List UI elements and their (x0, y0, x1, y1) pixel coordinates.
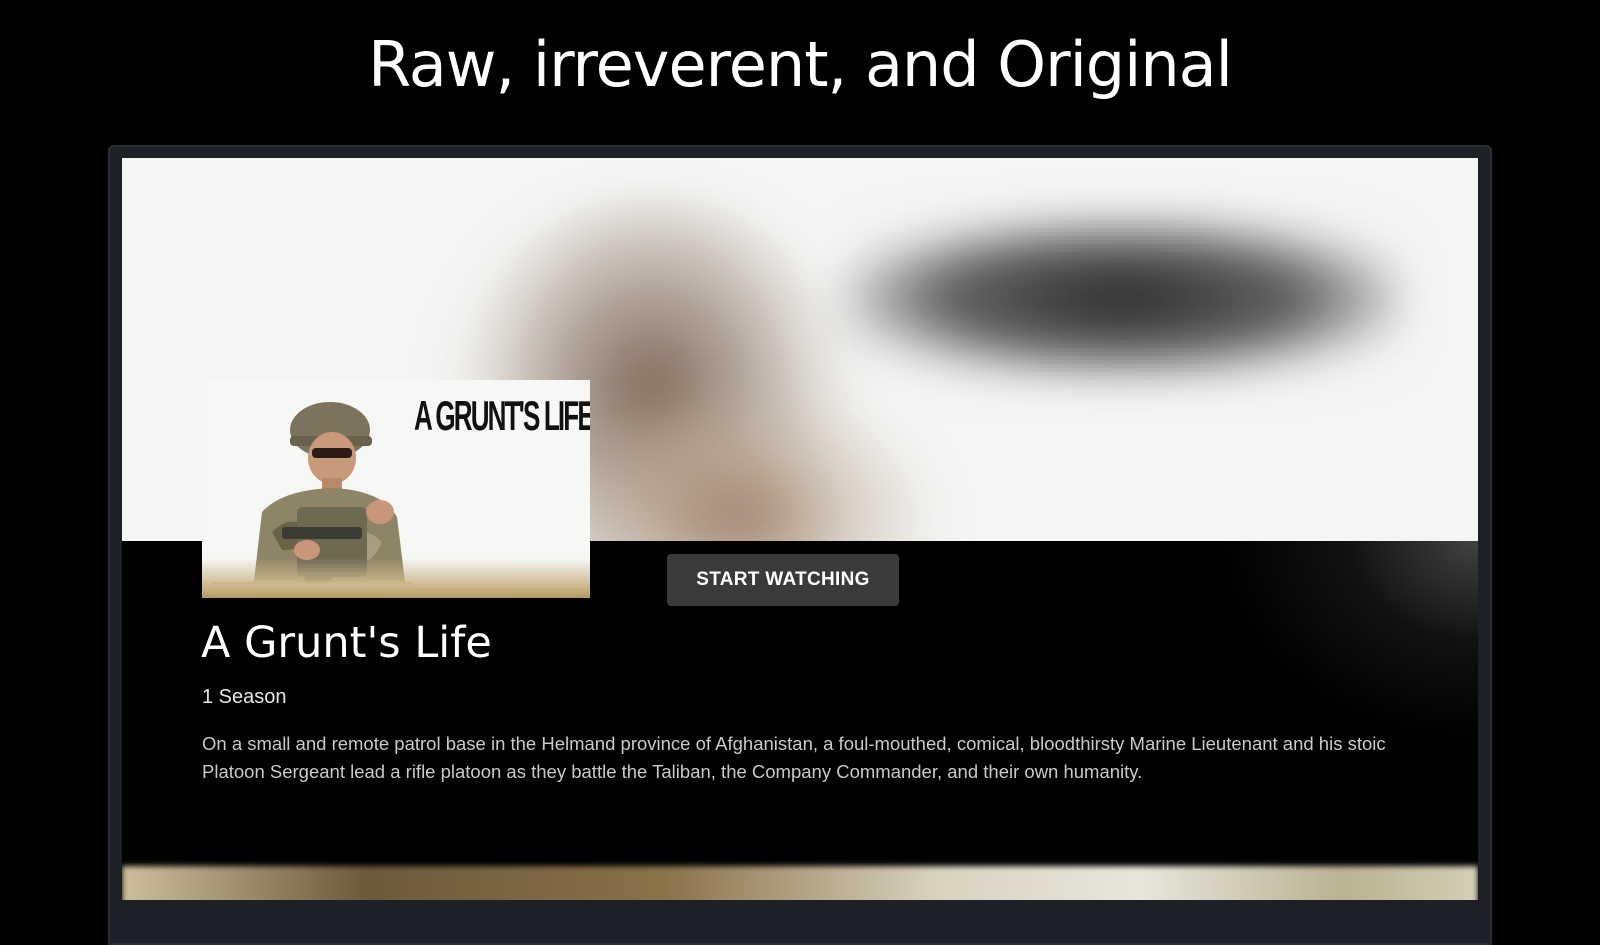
poster-ground (202, 558, 590, 598)
hero-blurred-logo (842, 218, 1402, 378)
show-description: On a small and remote patrol base in the… (202, 733, 1386, 782)
page-headline: Raw, irreverent, and Original (368, 28, 1233, 101)
tv-screen: A GRUNT'S LIFE START WATCHING A Grunt's … (122, 158, 1478, 900)
show-poster[interactable]: A GRUNT'S LIFE (202, 380, 590, 598)
poster-title-text: A GRUNT'S LIFE (414, 392, 590, 439)
season-count: 1 Season (202, 686, 287, 708)
next-row-preview[interactable] (122, 866, 1478, 900)
info-panel-glow (1218, 541, 1478, 741)
start-watching-button[interactable]: START WATCHING (667, 554, 899, 606)
show-title: A Grunt's Life (201, 618, 492, 668)
